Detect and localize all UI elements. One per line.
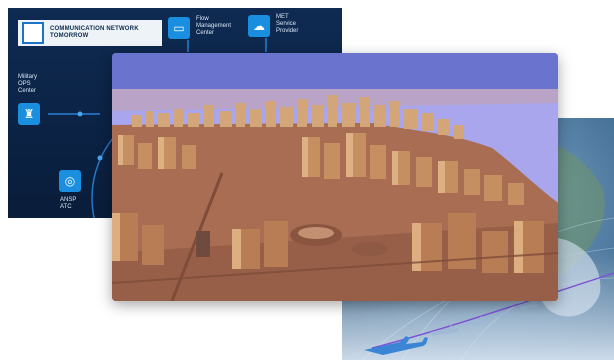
node-military-line3: Center bbox=[18, 88, 37, 94]
city-render-panel bbox=[112, 53, 558, 301]
node-met-line1: MET bbox=[276, 14, 289, 20]
header-title-line1: COMMUNICATION NETWORK bbox=[50, 26, 139, 32]
node-ansp-line2: ATC bbox=[60, 204, 72, 210]
monitor-icon: ▭ bbox=[168, 17, 190, 39]
node-military-line1: Military bbox=[18, 74, 37, 80]
satellite-dish-icon: ◎ bbox=[59, 170, 81, 192]
node-military-line2: OPS bbox=[18, 81, 31, 87]
aircraft-icon bbox=[364, 336, 428, 355]
header-title-line2: TOMORROW bbox=[50, 33, 89, 39]
aircraft-trail-icons bbox=[430, 302, 539, 336]
node-met-line3: Provider bbox=[276, 28, 299, 34]
node-label-ansp-atc: ANSP ATC bbox=[60, 197, 76, 211]
node-met-line2: Service bbox=[276, 21, 297, 27]
cloud-icon: ☁ bbox=[248, 15, 270, 37]
logo-square-icon bbox=[22, 22, 44, 44]
node-flow-line2: Management bbox=[196, 23, 232, 29]
city-illustration bbox=[112, 53, 558, 301]
network-header: COMMUNICATION NETWORK TOMORROW bbox=[18, 20, 162, 46]
military-icon: ♜ bbox=[18, 103, 40, 125]
node-flow-line3: Center bbox=[196, 30, 215, 36]
node-flow-line1: Flow bbox=[196, 16, 209, 22]
node-label-military-ops: Military OPS Center bbox=[18, 74, 37, 95]
node-label-met-service: MET Service Provider bbox=[276, 14, 298, 35]
node-ansp-line1: ANSP bbox=[60, 197, 77, 203]
node-label-flow-management: Flow Management Center bbox=[196, 16, 231, 37]
